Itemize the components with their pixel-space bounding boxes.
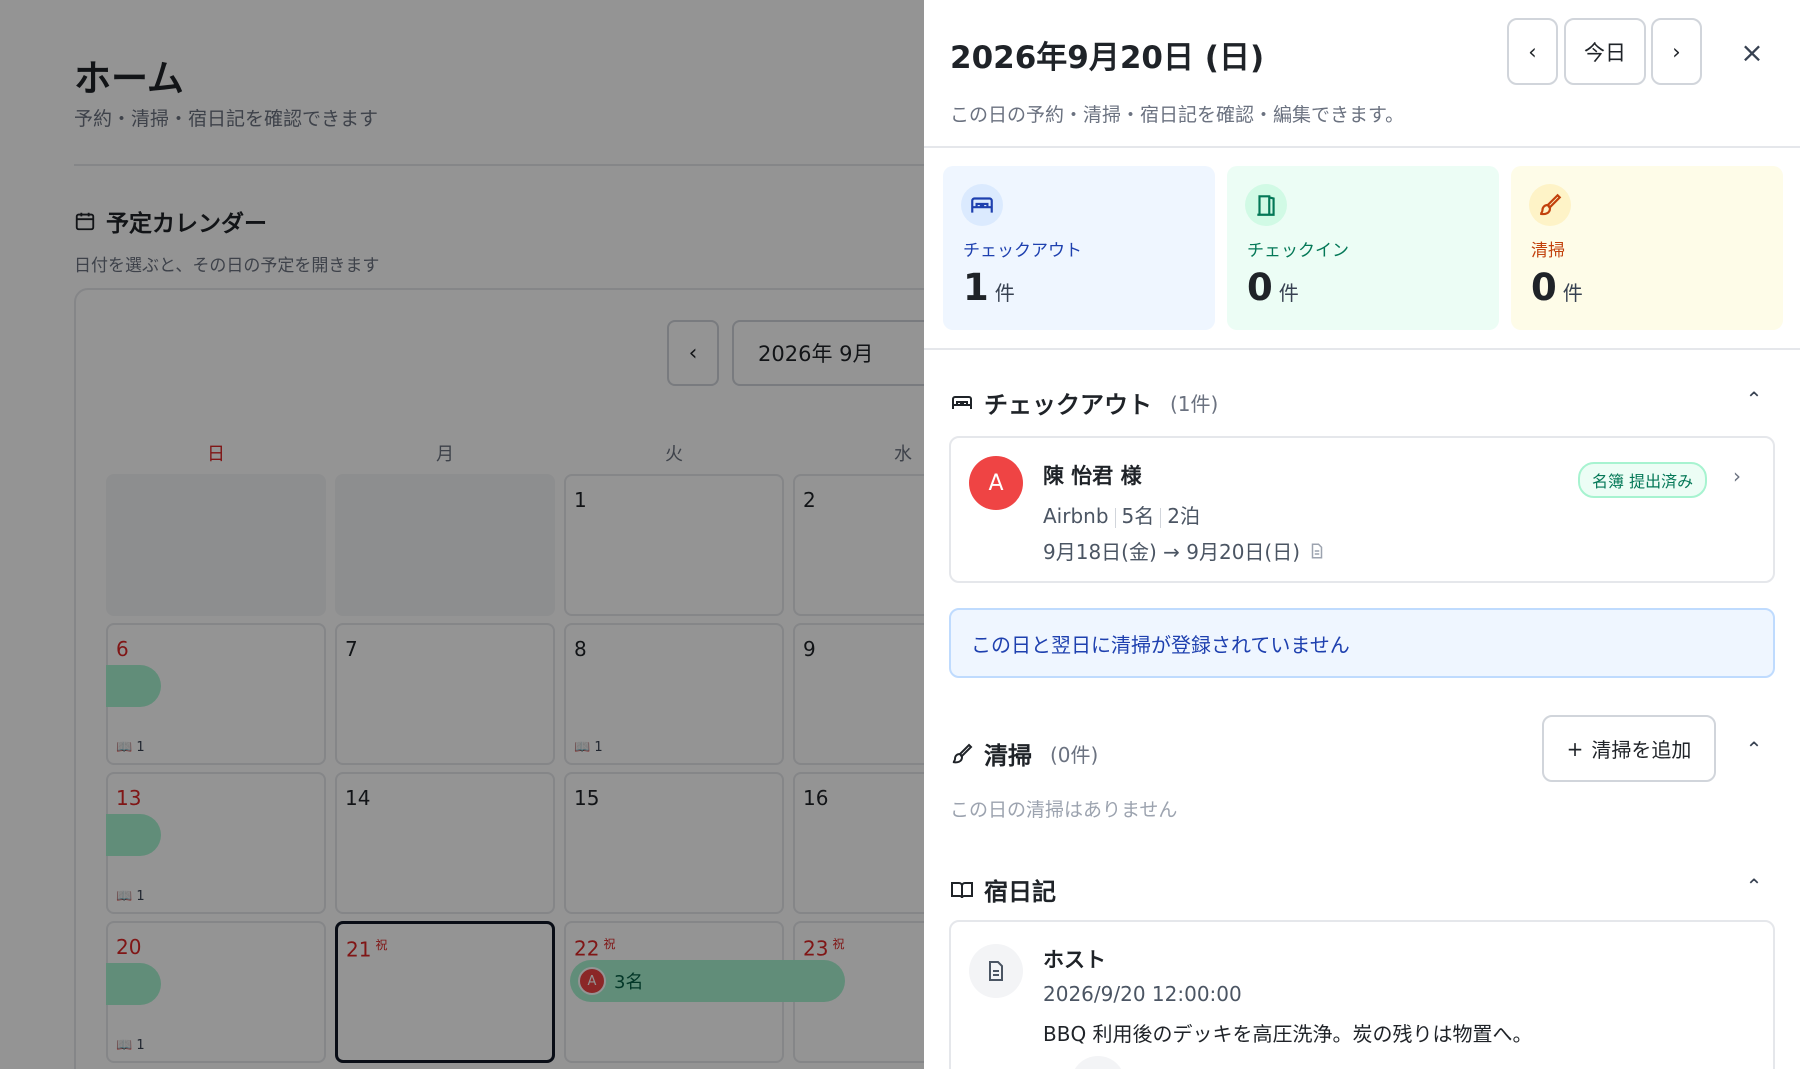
stat-label: チェックアウト: [963, 241, 1082, 261]
diary-body: BBQ 利用後のデッキを高圧洗浄。炭の残りは物置へ。: [1043, 1022, 1533, 1046]
divider: [924, 146, 1800, 148]
today-button[interactable]: 今日: [1564, 18, 1646, 85]
bed-icon: [952, 395, 972, 409]
next-day-button[interactable]: ›: [1651, 18, 1702, 85]
section-count: (1件): [1170, 392, 1219, 416]
close-button[interactable]: ×: [1732, 32, 1772, 72]
stat-checkin: チェックイン 0件: [1227, 166, 1499, 330]
add-cleaning-label: 清掃を追加: [1591, 738, 1692, 762]
add-cleaning-button[interactable]: + 清掃を追加: [1542, 715, 1716, 782]
bed-icon: [961, 184, 1003, 226]
section-title: 清掃: [984, 742, 1032, 770]
roster-status-badge: 名簿 提出済み: [1578, 462, 1708, 498]
collapse-diary-button[interactable]: ⌃: [1742, 874, 1766, 898]
document-icon: [1311, 543, 1323, 558]
chevron-up-icon: ⌃: [1745, 874, 1763, 898]
panel-title: 2026年9月20日 (日): [950, 40, 1265, 76]
collapse-cleaning-button[interactable]: ⌃: [1742, 737, 1766, 761]
stat-count: 1件: [963, 266, 1015, 309]
brush-icon: [1529, 184, 1571, 226]
section-title: 宿日記: [984, 878, 1056, 906]
reservation-dates: 9月18日(金) → 9月20日(日): [1043, 536, 1326, 565]
stat-count: 0件: [1247, 266, 1299, 309]
plus-icon: +: [1566, 736, 1584, 761]
cleaning-warning-alert: この日と翌日に清掃が登録されていません: [949, 608, 1775, 678]
cleaning-section-header[interactable]: 清掃 (0件): [950, 736, 1098, 771]
diary-timestamp: 2026/9/20 12:00:00: [1043, 982, 1242, 1006]
guest-avatar: A: [969, 456, 1023, 510]
diary-section-header[interactable]: 宿日記: [950, 872, 1056, 907]
section-title: チェックアウト: [984, 391, 1152, 419]
door-icon: [1245, 184, 1287, 226]
panel-subtitle: この日の予約・清掃・宿日記を確認・編集できます。: [950, 104, 1405, 126]
close-icon: ×: [1740, 35, 1764, 69]
document-icon: [969, 944, 1023, 998]
cleaning-empty-message: この日の清掃はありません: [950, 799, 1178, 821]
avatar: [1071, 1056, 1125, 1069]
stat-count: 0件: [1531, 266, 1583, 309]
section-count: (0件): [1050, 743, 1099, 767]
stat-cleaning: 清掃 0件: [1511, 166, 1783, 330]
book-icon: [951, 881, 973, 898]
divider: [924, 348, 1800, 350]
modal-backdrop[interactable]: [0, 0, 924, 1069]
chevron-up-icon: ⌃: [1745, 737, 1763, 761]
stat-label: チェックイン: [1247, 241, 1349, 261]
chevron-left-icon: ‹: [1528, 39, 1537, 64]
chevron-right-icon: ›: [1733, 464, 1741, 488]
reservation-meta: Airbnb 5名 2泊: [1043, 504, 1200, 528]
day-detail-panel: 2026年9月20日 (日) この日の予約・清掃・宿日記を確認・編集できます。 …: [924, 0, 1800, 1069]
brush-icon: [952, 743, 973, 763]
guest-name: 陳 怡君 様: [1043, 464, 1142, 488]
collapse-checkout-button[interactable]: ⌃: [1742, 387, 1766, 411]
diary-entry[interactable]: ホスト 2026/9/20 12:00:00 BBQ 利用後のデッキを高圧洗浄。…: [949, 920, 1775, 1069]
diary-author: ホスト: [1043, 948, 1106, 972]
stat-checkout: チェックアウト 1件: [943, 166, 1215, 330]
reservation-card[interactable]: A 陳 怡君 様 Airbnb 5名 2泊 9月18日(金) → 9月20日(日) …: [949, 436, 1775, 583]
checkout-section-header[interactable]: チェックアウト (1件): [950, 385, 1218, 420]
prev-day-button[interactable]: ‹: [1507, 18, 1558, 85]
chevron-up-icon: ⌃: [1745, 387, 1763, 411]
stat-label: 清掃: [1531, 241, 1565, 261]
chevron-right-icon: ›: [1672, 39, 1681, 64]
